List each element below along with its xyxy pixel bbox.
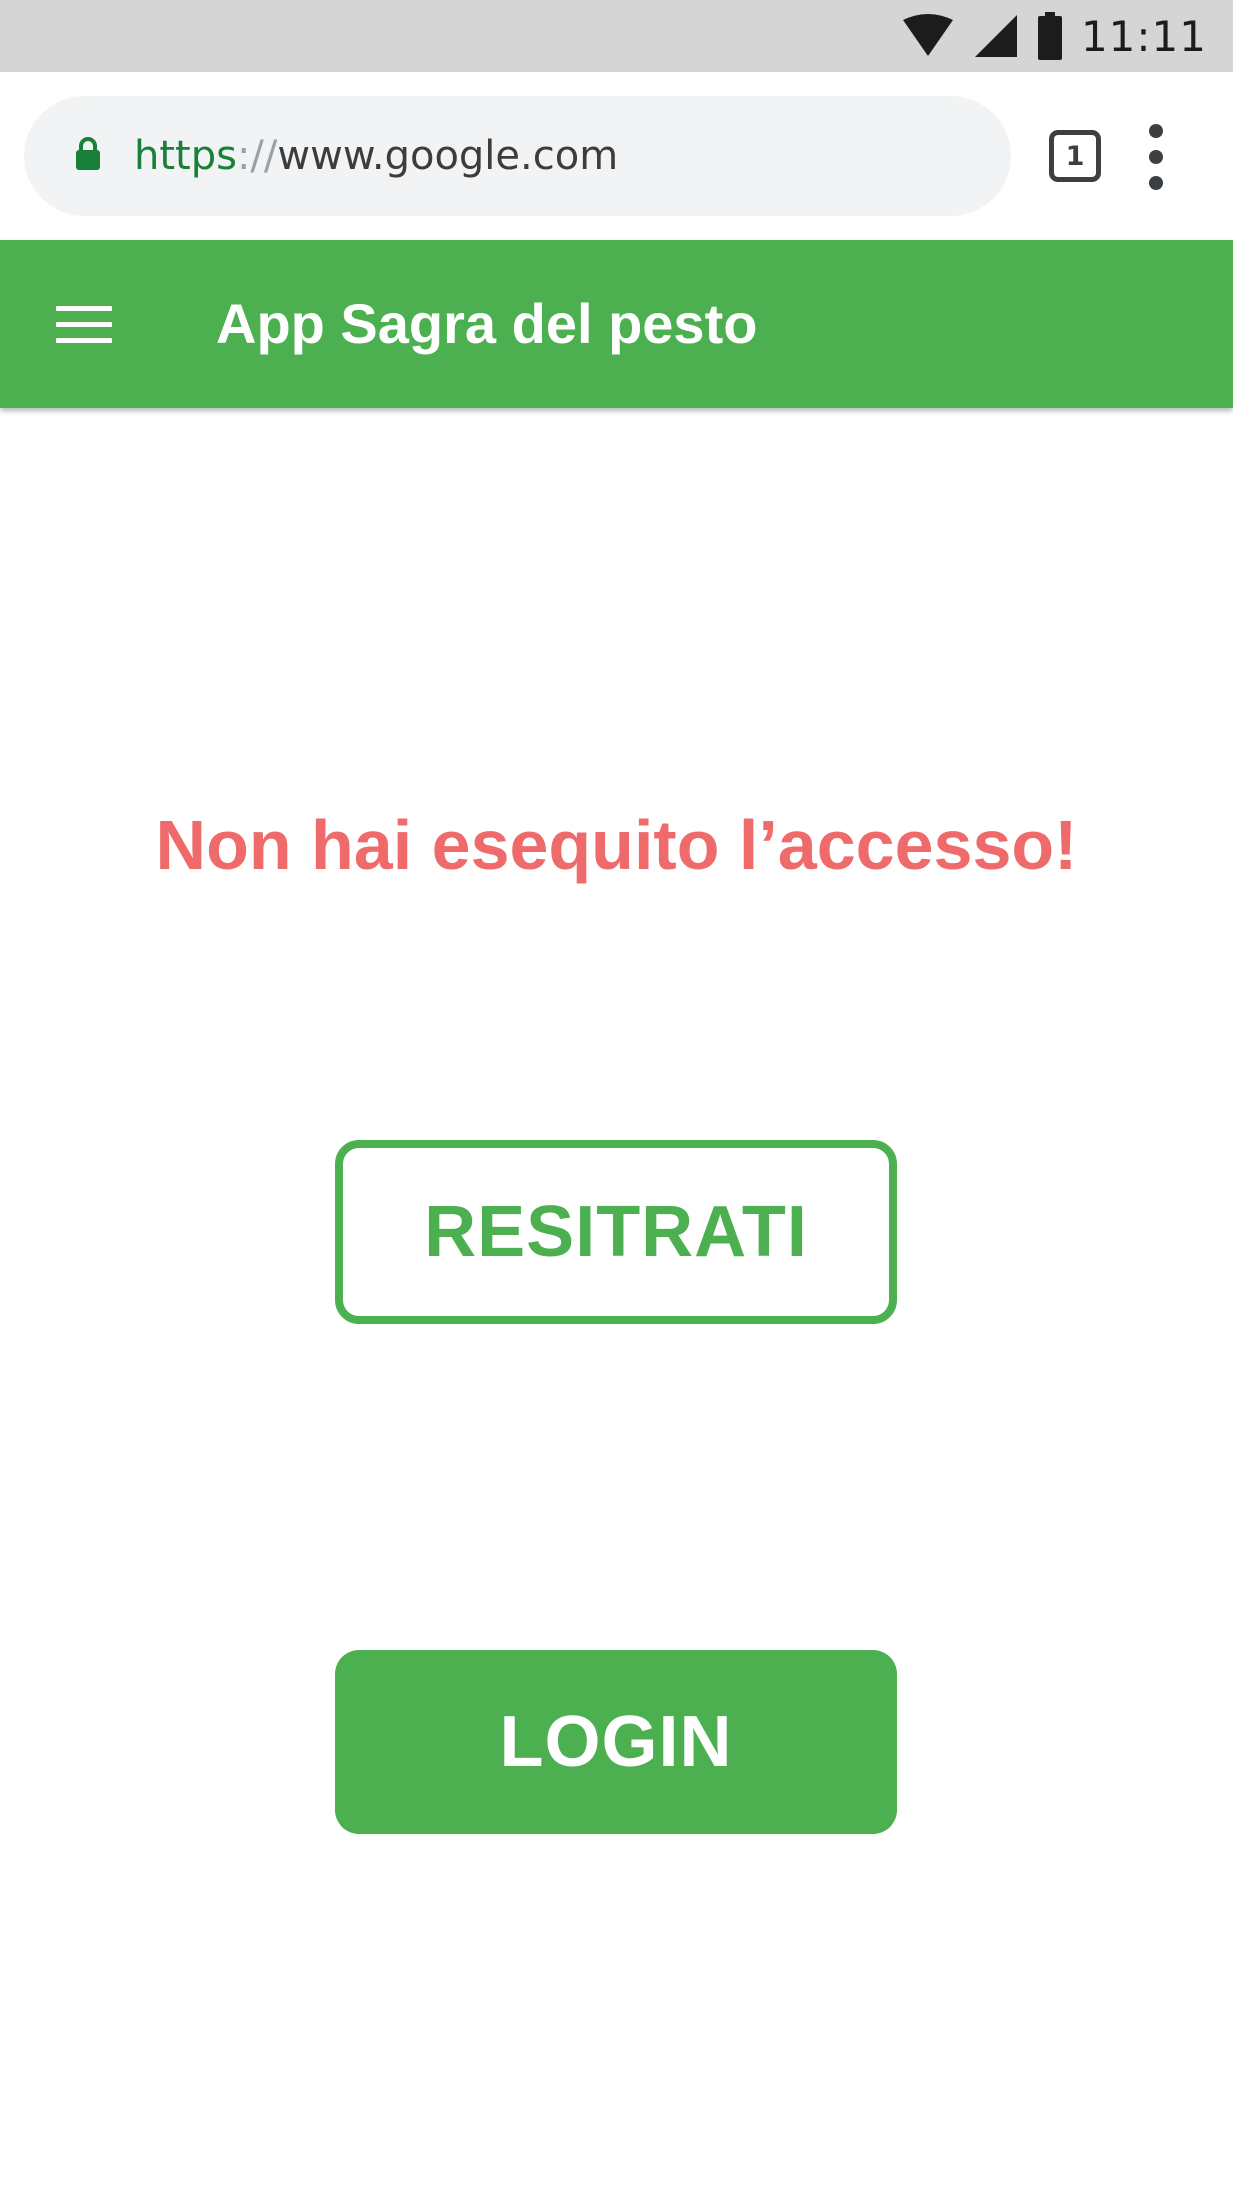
wifi-icon xyxy=(902,14,953,56)
status-icons: 11:11 xyxy=(901,0,1207,72)
cellular-signal-icon xyxy=(974,15,1017,57)
url-host: www.google.com xyxy=(277,133,619,179)
tab-count: 1 xyxy=(1065,140,1085,172)
status-bar: 11:11 xyxy=(0,0,1233,72)
status-time: 11:11 xyxy=(1080,11,1207,61)
app-bar: App Sagra del pesto xyxy=(0,240,1233,408)
tab-switcher-icon[interactable]: 1 xyxy=(1049,130,1101,182)
browser-toolbar: https://www.google.com 1 xyxy=(0,72,1233,240)
lock-icon xyxy=(76,137,100,170)
url-text[interactable]: https://www.google.com xyxy=(134,96,618,216)
login-button-label: LOGIN xyxy=(499,1702,733,1782)
battery-icon xyxy=(1037,12,1062,60)
overflow-menu-icon[interactable] xyxy=(1138,124,1174,190)
register-button-label: RESITRATI xyxy=(424,1192,808,1272)
login-button[interactable]: LOGIN xyxy=(335,1650,897,1834)
url-bar[interactable]: https://www.google.com xyxy=(24,96,1011,216)
app-title: App Sagra del pesto xyxy=(216,292,758,355)
not-logged-in-message: Non hai esequito l’accesso! xyxy=(155,806,1078,884)
register-button[interactable]: RESITRATI xyxy=(335,1140,897,1324)
url-separator: :// xyxy=(236,133,278,179)
hamburger-menu-icon[interactable] xyxy=(56,306,112,344)
url-scheme: https xyxy=(134,133,237,179)
